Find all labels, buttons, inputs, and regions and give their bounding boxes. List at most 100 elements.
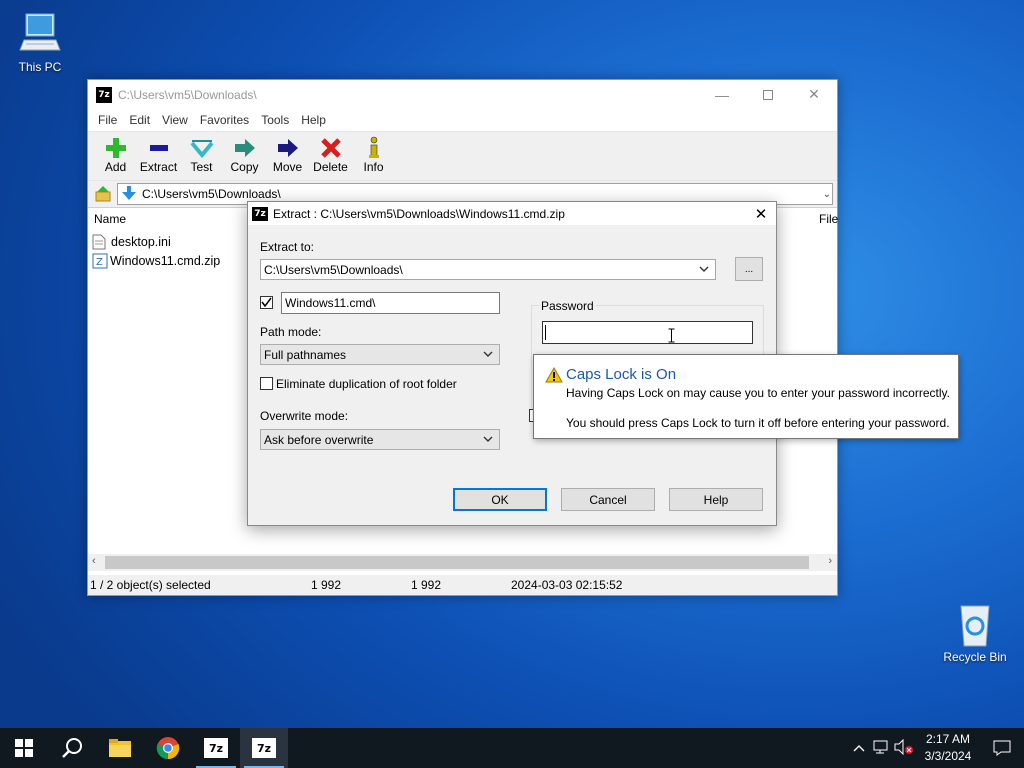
extract-to-combo[interactable]: C:\Users\vm5\Downloads\ (260, 259, 716, 280)
toolbar-copy-button[interactable]: Copy (223, 132, 266, 174)
recycle-bin-icon (951, 600, 999, 648)
path-mode-select[interactable]: Full pathnames (260, 344, 500, 365)
toolbar-test-button[interactable]: Test (180, 132, 223, 174)
extract-to-label: Extract to: (260, 240, 315, 254)
menu-view[interactable]: View (156, 113, 194, 127)
cancel-button[interactable]: Cancel (561, 488, 655, 511)
chevron-down-icon (483, 436, 493, 442)
clock[interactable]: 2:17 AM 3/3/2024 (916, 731, 980, 765)
toolbar-delete-button[interactable]: Delete (309, 132, 352, 174)
notifications-button[interactable] (980, 740, 1024, 756)
path-mode-value: Full pathnames (264, 347, 347, 362)
taskbar: 7z 7z 2:17 AM 3/3/2024 (0, 728, 1024, 768)
network-icon (873, 740, 888, 753)
taskbar-7zip-1[interactable]: 7z (192, 728, 240, 768)
maximize-button[interactable] (745, 80, 791, 109)
subfolder-input[interactable]: Windows11.cmd\ (281, 292, 500, 314)
minimize-icon: — (715, 86, 729, 103)
close-icon: ✕ (754, 205, 768, 223)
warning-icon (545, 366, 563, 386)
toolbar: Add Extract Test Copy Move Delete Info (88, 131, 837, 181)
toolbar-label: Add (104, 160, 127, 174)
status-bar: 1 / 2 object(s) selected 1 992 1 992 202… (88, 575, 837, 595)
taskbar-7zip-2[interactable]: 7z (240, 728, 288, 768)
toolbar-add-button[interactable]: Add (94, 132, 137, 174)
menu-tools[interactable]: Tools (255, 113, 295, 127)
notification-icon (993, 740, 1011, 756)
caps-lock-tooltip: Caps Lock is On Having Caps Lock on may … (533, 354, 959, 439)
password-label: Password (539, 299, 596, 313)
horizontal-scrollbar[interactable]: ‹ › (88, 554, 837, 571)
svg-text:Z: Z (96, 257, 103, 268)
chevron-up-icon (853, 745, 865, 752)
arrow-down-icon (122, 185, 136, 203)
7zip-icon: 7z (252, 738, 276, 758)
chevron-down-icon (483, 351, 493, 357)
taskbar-chrome[interactable] (144, 728, 192, 768)
minimize-button[interactable]: — (699, 80, 745, 109)
desktop-icon-this-pc[interactable]: This PC (2, 10, 78, 74)
toolbar-move-button[interactable]: Move (266, 132, 309, 174)
subfolder-checkbox[interactable] (260, 296, 273, 309)
check-icon (261, 297, 272, 308)
password-input[interactable] (542, 321, 753, 344)
volume-button[interactable] (892, 738, 916, 758)
clock-time: 2:17 AM (925, 732, 971, 746)
file-name: Windows11.cmd.zip (110, 253, 221, 268)
network-button[interactable] (870, 739, 892, 758)
arrow-right-icon (266, 136, 309, 160)
desktop-icon-label: This PC (18, 60, 62, 74)
address-text: C:\Users\vm5\Downloads\ (142, 187, 281, 201)
x-icon (309, 136, 352, 160)
windows-logo-icon (15, 739, 33, 757)
chrome-icon (156, 737, 180, 760)
eliminate-duplication-checkbox[interactable] (260, 377, 273, 390)
menu-file[interactable]: File (92, 113, 123, 127)
toolbar-label: Extract (139, 160, 178, 174)
status-modified: 2024-03-03 02:15:52 (511, 578, 623, 592)
info-icon (352, 136, 395, 160)
column-header-file[interactable]: File (819, 212, 838, 226)
scrollbar-thumb[interactable] (105, 556, 809, 569)
text-cursor (545, 325, 546, 340)
desktop-icon-label: Recycle Bin (943, 650, 1007, 664)
column-header-name[interactable]: Name (94, 212, 126, 226)
toolbar-label: Delete (313, 160, 348, 174)
show-hidden-icons-button[interactable] (848, 741, 870, 755)
chevron-down-icon[interactable]: ⌄ (823, 189, 831, 200)
toolbar-info-button[interactable]: Info (352, 132, 395, 174)
scroll-left-icon[interactable]: ‹ (92, 555, 96, 567)
ibeam-cursor-icon (668, 328, 675, 343)
extract-to-value: C:\Users\vm5\Downloads\ (264, 262, 403, 277)
folder-up-icon[interactable] (93, 184, 113, 204)
file-name: desktop.ini (111, 234, 171, 249)
toolbar-extract-button[interactable]: Extract (137, 132, 180, 174)
status-size: 1 992 (311, 578, 342, 592)
menu-bar: File Edit View Favorites Tools Help (88, 109, 837, 131)
menu-help[interactable]: Help (295, 113, 332, 127)
zip-file-icon: Z (92, 253, 108, 269)
taskbar-file-explorer[interactable] (96, 728, 144, 768)
browse-button[interactable]: ... (735, 257, 763, 281)
ok-button[interactable]: OK (453, 488, 547, 511)
desktop-icon-recycle-bin[interactable]: Recycle Bin (937, 600, 1013, 664)
help-button[interactable]: Help (669, 488, 763, 511)
system-tray: 2:17 AM 3/3/2024 (848, 728, 1024, 768)
start-button[interactable] (0, 728, 48, 768)
close-button[interactable]: ✕ (791, 80, 837, 109)
dialog-close-button[interactable]: ✕ (746, 205, 776, 223)
search-button[interactable] (48, 728, 96, 768)
tooltip-line-1: Having Caps Lock on may cause you to ent… (566, 386, 950, 400)
status-selected: 1 / 2 object(s) selected (90, 578, 211, 592)
minus-icon (137, 136, 180, 160)
dialog-titlebar[interactable]: 7z Extract : C:\Users\vm5\Downloads\Wind… (248, 202, 776, 226)
folder-icon (109, 739, 131, 757)
dialog-title: Extract : C:\Users\vm5\Downloads\Windows… (273, 206, 565, 221)
menu-favorites[interactable]: Favorites (194, 113, 255, 127)
window-titlebar[interactable]: 7z C:\Users\vm5\Downloads\ — ✕ (88, 80, 837, 109)
toolbar-label: Test (190, 160, 213, 174)
menu-edit[interactable]: Edit (123, 113, 156, 127)
overwrite-mode-select[interactable]: Ask before overwrite (260, 429, 500, 450)
scroll-right-icon[interactable]: › (828, 555, 832, 567)
toolbar-label: Copy (230, 160, 259, 174)
